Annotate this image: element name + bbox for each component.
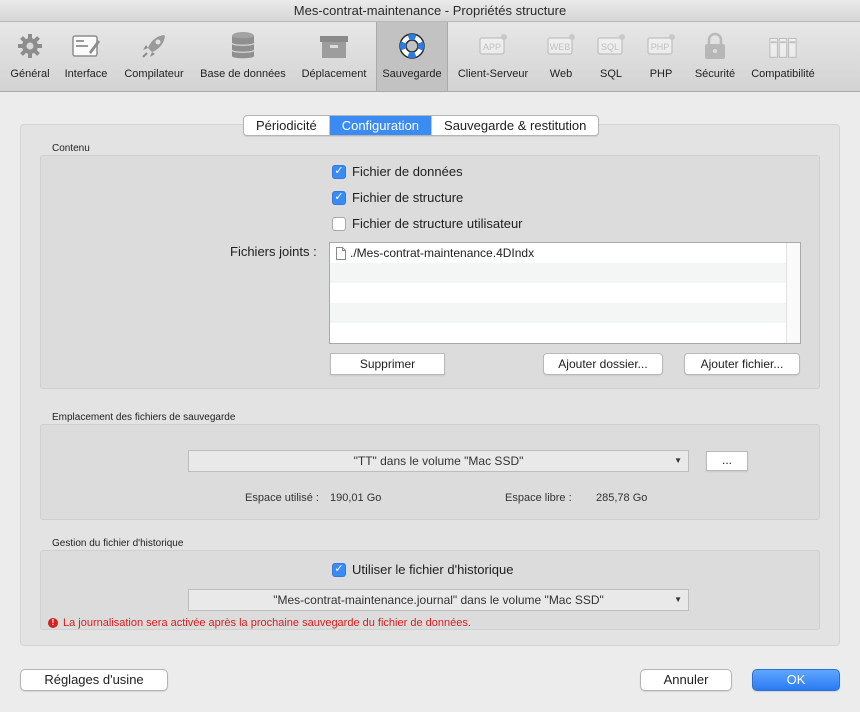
toolbar-item-label: Compilateur xyxy=(124,68,184,80)
toolbar-item-label: Web xyxy=(549,68,573,80)
badge-text: PHP xyxy=(651,42,670,52)
toolbar-item-label: Client-Serveur xyxy=(457,68,529,80)
scrollbar[interactable] xyxy=(786,243,800,343)
checkbox-fichier-donnees[interactable]: ✓ Fichier de données xyxy=(332,164,463,179)
used-space-value: 190,01 Go xyxy=(330,492,382,504)
add-folder-button[interactable]: Ajouter dossier... xyxy=(543,353,663,375)
warning-icon: ! xyxy=(48,618,58,628)
web-server-icon: WEB xyxy=(546,31,576,61)
list-item-empty xyxy=(330,283,800,303)
browse-button[interactable]: ... xyxy=(706,451,748,471)
app-server-icon: APP xyxy=(478,31,508,61)
toolbar-item-compatibilite[interactable]: Compatibilité xyxy=(746,22,820,91)
attached-files-list[interactable]: ./Mes-contrat-maintenance.4DIndx xyxy=(329,242,801,344)
toolbar-item-base-de-donnees[interactable]: Base de données xyxy=(194,22,292,91)
toolbar-item-general[interactable]: Général xyxy=(5,22,55,91)
file-path: ./Mes-contrat-maintenance.4DIndx xyxy=(350,246,535,260)
toolbar-item-sauvegarde[interactable]: Sauvegarde xyxy=(376,22,448,91)
add-file-button[interactable]: Ajouter fichier... xyxy=(684,353,800,375)
toolbar-item-label: Déplacement xyxy=(301,68,367,80)
gear-icon xyxy=(15,31,45,61)
checkbox-label: Fichier de structure utilisateur xyxy=(352,216,523,231)
checkbox-use-journal[interactable]: ✓ Utiliser le fichier d'historique xyxy=(332,562,513,577)
toolbar-item-label: Base de données xyxy=(200,68,286,80)
toolbar-item-compilateur[interactable]: Compilateur xyxy=(118,22,190,91)
checkbox-label: Fichier de données xyxy=(352,164,463,179)
sql-server-icon: SQL xyxy=(596,31,626,61)
toolbar-item-deplacement[interactable]: Déplacement xyxy=(296,22,372,91)
toolbar-item-client-serveur[interactable]: APP Client-Serveur xyxy=(452,22,534,91)
list-item-empty xyxy=(330,323,800,343)
interface-icon xyxy=(71,31,101,61)
checkbox-fichier-structure-utilisateur[interactable]: Fichier de structure utilisateur xyxy=(332,216,523,231)
badge-text: WEB xyxy=(550,42,571,52)
section-title-historique: Gestion du fichier d'historique xyxy=(52,538,184,549)
dropdown-arrow-icon: ▼ xyxy=(674,456,682,465)
free-space-label: Espace libre : xyxy=(505,492,572,504)
toolbar-item-sql[interactable]: SQL SQL xyxy=(588,22,634,91)
toolbar-item-web[interactable]: WEB Web xyxy=(538,22,584,91)
list-item[interactable]: ./Mes-contrat-maintenance.4DIndx xyxy=(330,243,800,263)
database-icon xyxy=(228,31,258,61)
list-item-empty xyxy=(330,303,800,323)
window-title: Mes-contrat-maintenance - Propriétés str… xyxy=(0,0,860,22)
checkbox-unchecked-icon xyxy=(332,216,346,231)
php-server-icon: PHP xyxy=(646,31,676,61)
free-space-value: 285,78 Go xyxy=(596,492,648,504)
remove-button[interactable]: Supprimer xyxy=(330,353,445,375)
backup-volume-select[interactable]: "TT" dans le volume "Mac SSD" ▼ xyxy=(188,450,689,472)
toolbar-item-label: Général xyxy=(10,68,50,80)
cancel-button[interactable]: Annuler xyxy=(640,669,732,691)
lifebuoy-icon xyxy=(397,31,427,61)
tab-sauvegarde-restitution[interactable]: Sauvegarde & restitution xyxy=(432,116,598,135)
toolbar-item-label: Sécurité xyxy=(694,68,736,80)
tab-configuration[interactable]: Configuration xyxy=(329,116,433,135)
compatibility-icon xyxy=(768,31,798,61)
toolbar-item-php[interactable]: PHP PHP xyxy=(638,22,684,91)
select-value: "Mes-contrat-maintenance.journal" dans l… xyxy=(273,593,604,607)
journal-warning: ! La journalisation sera activée après l… xyxy=(48,617,471,629)
checkbox-checked-icon: ✓ xyxy=(332,164,346,179)
checkbox-label: Utiliser le fichier d'historique xyxy=(352,562,514,577)
toolbar-item-securite[interactable]: Sécurité xyxy=(688,22,742,91)
journal-file-select[interactable]: "Mes-contrat-maintenance.journal" dans l… xyxy=(188,589,689,611)
factory-settings-button[interactable]: Réglages d'usine xyxy=(20,669,168,691)
checkbox-fichier-structure[interactable]: ✓ Fichier de structure xyxy=(332,190,463,205)
tab-bar: Périodicité Configuration Sauvegarde & r… xyxy=(243,115,600,136)
used-space-label: Espace utilisé : xyxy=(245,492,319,504)
rocket-icon xyxy=(139,31,169,61)
attached-files-label: Fichiers joints : xyxy=(230,244,317,259)
checkbox-checked-icon: ✓ xyxy=(332,562,346,577)
toolbar-item-label: Sauvegarde xyxy=(382,68,442,80)
badge-text: SQL xyxy=(601,42,619,52)
tab-periodicite[interactable]: Périodicité xyxy=(244,116,330,135)
toolbar: Général Interface Compilateur Base de do… xyxy=(0,22,860,92)
list-item-empty xyxy=(330,263,800,283)
toolbar-item-label: Compatibilité xyxy=(751,68,815,80)
select-value: "TT" dans le volume "Mac SSD" xyxy=(353,454,524,468)
checkbox-checked-icon: ✓ xyxy=(332,190,346,205)
box-icon xyxy=(319,31,349,61)
toolbar-item-label: Interface xyxy=(64,68,108,80)
file-icon xyxy=(336,246,346,260)
ok-button[interactable]: OK xyxy=(752,669,840,691)
warning-text: La journalisation sera activée après la … xyxy=(63,617,471,629)
toolbar-item-label: SQL xyxy=(599,68,622,80)
lock-icon xyxy=(700,31,730,61)
checkbox-label: Fichier de structure xyxy=(352,190,464,205)
toolbar-item-interface[interactable]: Interface xyxy=(58,22,114,91)
badge-text: APP xyxy=(483,42,501,52)
toolbar-item-label: PHP xyxy=(649,68,673,80)
dropdown-arrow-icon: ▼ xyxy=(674,595,682,604)
section-title-emplacement: Emplacement des fichiers de sauvegarde xyxy=(52,412,236,423)
section-title-contenu: Contenu xyxy=(52,143,90,154)
emplacement-box xyxy=(40,424,820,520)
